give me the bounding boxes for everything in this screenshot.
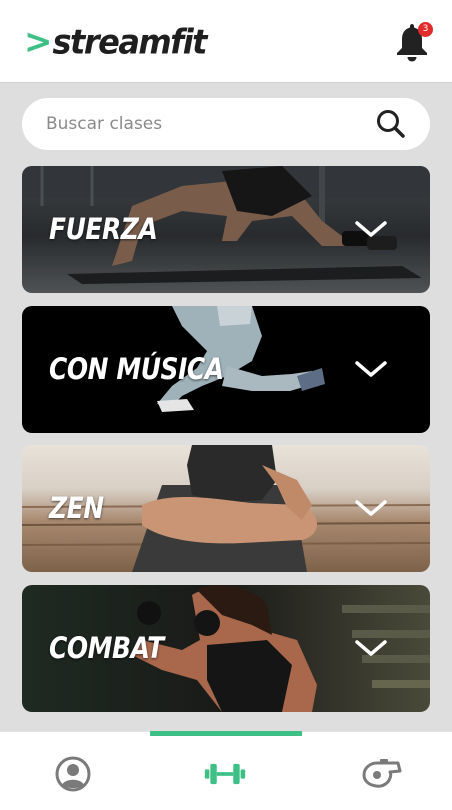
category-title: COMBAT (49, 631, 164, 665)
chevron-down-icon[interactable] (353, 356, 389, 382)
logo-text: streamfit (52, 22, 208, 62)
chevron-down-icon[interactable] (353, 635, 389, 661)
category-title: ZEN (49, 491, 104, 525)
notification-badge: 3 (418, 22, 433, 37)
category-card-con-musica[interactable]: CON MÚSICA (22, 306, 430, 433)
category-title: FUERZA (49, 212, 158, 246)
category-card-zen[interactable]: ZEN (22, 445, 430, 572)
tab-classes[interactable] (203, 752, 247, 796)
notifications-button[interactable]: 3 (392, 20, 433, 64)
profile-icon (55, 756, 91, 792)
category-title: CON MÚSICA (49, 352, 224, 386)
search-input[interactable] (46, 98, 376, 150)
category-card-fuerza[interactable]: FUERZA (22, 166, 430, 293)
bottom-tab-bar (0, 731, 452, 810)
tab-profile[interactable] (51, 752, 95, 796)
whistle-icon (362, 759, 402, 788)
search-button[interactable] (374, 108, 408, 140)
app-header: > streamfit 3 (0, 0, 452, 83)
tab-trainer[interactable] (360, 752, 404, 796)
search-icon (377, 110, 405, 138)
streamfit-logo[interactable]: > streamfit (24, 22, 208, 62)
active-tab-indicator (150, 731, 302, 736)
search-bar (22, 98, 430, 150)
logo-arrow: > (24, 22, 53, 62)
category-card-combat[interactable]: COMBAT (22, 585, 430, 712)
chevron-down-icon[interactable] (353, 216, 389, 242)
chevron-down-icon[interactable] (353, 495, 389, 521)
dumbbell-icon (204, 763, 246, 785)
